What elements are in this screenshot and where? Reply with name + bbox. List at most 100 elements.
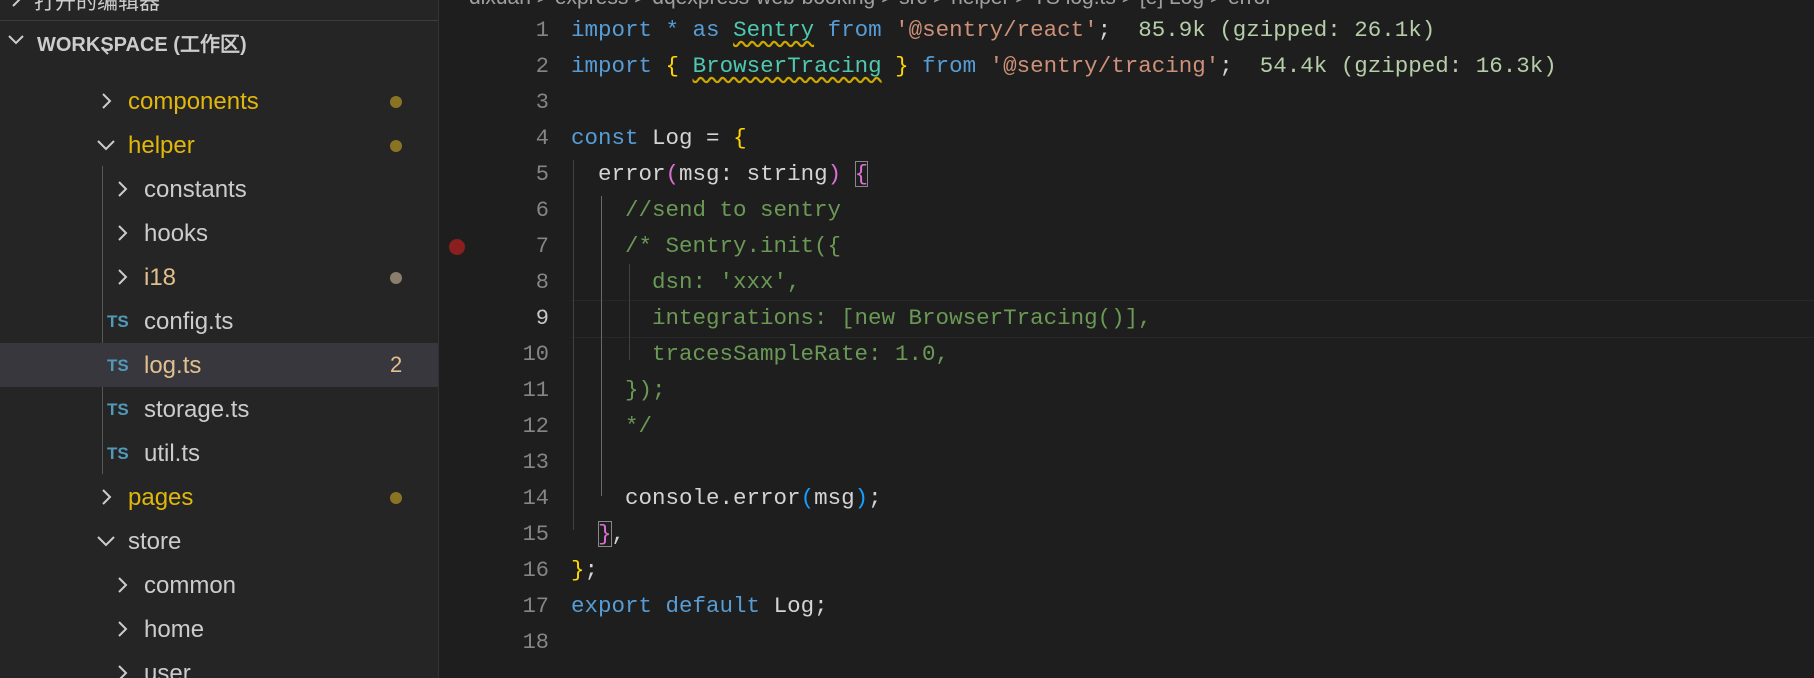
punctuation: ;: [814, 593, 828, 619]
typescript-file-icon: TS: [107, 444, 129, 463]
tree-folder-user[interactable]: user: [0, 651, 438, 678]
code-line-2[interactable]: import { BrowserTracing } from '@sentry/…: [571, 53, 1557, 79]
keyword: as: [692, 17, 720, 43]
comment: dsn: 'xxx',: [652, 269, 801, 295]
tree-file-log-ts[interactable]: TS log.ts 2: [0, 343, 438, 387]
code-line-5[interactable]: error(msg: string) {: [571, 161, 869, 187]
punctuation: ,: [611, 521, 626, 547]
folder-label: store: [128, 528, 182, 555]
comment: /* Sentry.init({: [625, 233, 842, 259]
keyword: export: [571, 593, 653, 619]
line-number: 5: [535, 162, 549, 187]
tree-folder-constants[interactable]: constants: [0, 167, 438, 211]
tree-folder-pages[interactable]: pages: [0, 475, 438, 519]
tree-folder-helper[interactable]: helper: [0, 123, 438, 167]
code-line-8[interactable]: dsn: 'xxx',: [571, 269, 801, 295]
punctuation: ;: [1219, 53, 1233, 79]
open-editors-header[interactable]: 打开的编辑器: [0, 0, 438, 18]
tree-folder-i18[interactable]: i18: [0, 255, 438, 299]
line-number: 8: [535, 270, 549, 295]
import-size-annotation: 85.9k (gzipped: 26.1k): [1138, 17, 1436, 43]
method-name: error: [733, 485, 801, 511]
keyword: import: [571, 17, 653, 43]
tree-folder-components[interactable]: components: [0, 79, 438, 123]
operator: *: [652, 17, 693, 43]
punctuation: .: [719, 485, 734, 511]
bracket-match: {: [854, 161, 869, 187]
code-line-1[interactable]: import * as Sentry from '@sentry/react';…: [571, 17, 1435, 43]
line-number: 14: [522, 486, 549, 511]
line-number: 12: [522, 414, 549, 439]
comment: //send to sentry: [625, 197, 842, 223]
chevron-right-icon: [114, 575, 132, 595]
code-line-11[interactable]: });: [571, 377, 666, 403]
keyword: from: [827, 17, 882, 43]
keyword: from: [922, 53, 977, 79]
code-line-10[interactable]: tracesSampleRate: 1.0,: [571, 341, 949, 367]
line-number: 6: [535, 198, 549, 223]
folder-label: constants: [144, 176, 247, 203]
code-line-9[interactable]: integrations: [new BrowserTracing()],: [571, 305, 1152, 331]
chevron-right-icon: [98, 487, 116, 507]
chevron-right-icon: [114, 663, 132, 678]
code-line-14[interactable]: console.error(msg);: [571, 485, 882, 511]
tree-folder-common[interactable]: common: [0, 563, 438, 607]
code-line-16[interactable]: };: [571, 557, 598, 583]
folder-label: pages: [128, 484, 194, 511]
line-number: 18: [522, 630, 549, 655]
tree-file-config-ts[interactable]: TS config.ts: [0, 299, 438, 343]
line-number: 17: [522, 594, 549, 619]
file-label: storage.ts: [144, 396, 250, 423]
bracket: ): [827, 161, 842, 187]
identifier: msg: [814, 485, 855, 511]
tree-file-util-ts[interactable]: TS util.ts: [0, 431, 438, 475]
identifier: console: [625, 485, 720, 511]
line-number: 11: [522, 378, 549, 403]
line-number: 13: [522, 450, 549, 475]
chevron-down-icon: [6, 29, 26, 49]
keyword: const: [571, 125, 639, 151]
identifier: Sentry: [733, 17, 815, 43]
identifier: BrowserTracing: [692, 53, 882, 79]
code-line-15[interactable]: },: [571, 521, 625, 547]
punctuation: :: [719, 161, 747, 187]
code-line-17[interactable]: export default Log;: [571, 593, 828, 619]
modified-dot: [390, 492, 402, 504]
punctuation: ;: [868, 485, 882, 511]
chevron-down-icon: [95, 135, 117, 155]
type-name: string: [746, 161, 828, 187]
bracket: }: [895, 53, 909, 79]
line-number: 16: [522, 558, 549, 583]
code-editor[interactable]: dixuan > express > dqexpress-web-booking…: [439, 0, 1814, 678]
folder-label: helper: [128, 132, 195, 159]
code-line-12[interactable]: */: [571, 413, 652, 439]
method-name: error: [598, 161, 666, 187]
code-line-7[interactable]: /* Sentry.init({: [571, 233, 841, 259]
comment: });: [625, 377, 666, 403]
folder-label: common: [144, 572, 237, 599]
tree-file-storage-ts[interactable]: TS storage.ts: [0, 387, 438, 431]
typescript-file-icon: TS: [107, 400, 129, 419]
file-label: config.ts: [144, 308, 234, 335]
folder-label: i18: [144, 264, 177, 291]
typescript-file-icon: TS: [107, 356, 129, 375]
line-number-active: 9: [535, 306, 549, 331]
folder-label: components: [128, 88, 259, 115]
code-line-6[interactable]: //send to sentry: [571, 197, 841, 223]
tree-folder-store[interactable]: store: [0, 519, 438, 563]
chevron-right-icon: [114, 619, 132, 639]
tree-folder-home[interactable]: home: [0, 607, 438, 651]
identifier: Log: [652, 125, 693, 151]
folder-label: user: [144, 660, 191, 678]
tree-folder-hooks[interactable]: hooks: [0, 211, 438, 255]
code-line-4[interactable]: const Log = {: [571, 125, 747, 151]
import-size-annotation: 54.4k (gzipped: 16.3k): [1259, 53, 1557, 79]
punctuation: ;: [1097, 17, 1112, 43]
bracket: {: [665, 53, 680, 79]
breadcrumb[interactable]: dixuan > express > dqexpress-web-booking…: [469, 0, 1272, 10]
bracket: (: [800, 485, 815, 511]
problems-count-badge: 2: [390, 352, 403, 377]
modified-dot: [390, 272, 402, 284]
chevron-right-icon: [99, 48, 115, 58]
workspace-header-bg: WORKSPACE (工作区): [0, 20, 438, 57]
